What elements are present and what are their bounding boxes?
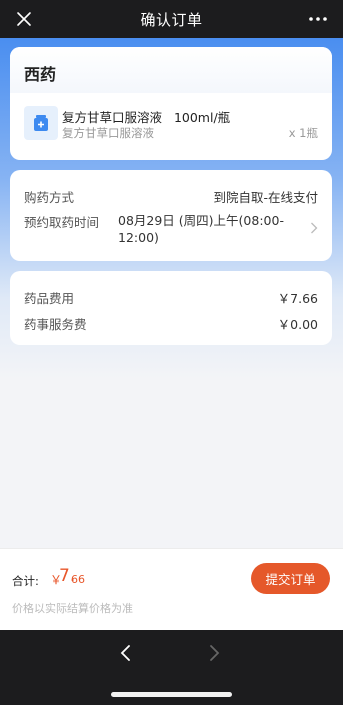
drug-spec: 100ml/瓶 bbox=[173, 110, 231, 125]
pickup-time-row[interactable]: 预约取药时间 08月29日 (周四)上午(08:00- 12:00) bbox=[24, 212, 318, 245]
order-content: 西药 复方甘草口服溶液 100ml/瓶 复方甘草口服溶液 x 1瓶 购药方式 到… bbox=[0, 38, 343, 548]
total-label: 合计: bbox=[12, 574, 39, 588]
drug-fee-row: 药品费用 ￥7.66 bbox=[24, 288, 318, 307]
checkout-bar: 合计: ￥ 7. 66 价格以实际结算价格为准 提交订单 bbox=[0, 548, 343, 630]
forward-arrow-icon[interactable] bbox=[207, 643, 221, 663]
drug-item[interactable]: 复方甘草口服溶液 100ml/瓶 复方甘草口服溶液 x 1瓶 bbox=[10, 93, 332, 159]
drug-fee-value: ￥7.66 bbox=[277, 291, 318, 306]
pickup-time-line1: 08月29日 (周四)上午(08:00- bbox=[118, 213, 284, 228]
section-title: 西药 bbox=[10, 47, 332, 93]
pickup-time-value: 08月29日 (周四)上午(08:00- 12:00) bbox=[118, 212, 284, 246]
title-bar: 确认订单 bbox=[0, 0, 343, 38]
drug-card: 西药 复方甘草口服溶液 100ml/瓶 复方甘草口服溶液 x 1瓶 bbox=[10, 47, 332, 160]
total-amount-decimal: 66 bbox=[71, 573, 85, 586]
chevron-right-icon[interactable] bbox=[310, 222, 318, 234]
submit-order-button[interactable]: 提交订单 bbox=[251, 563, 330, 594]
service-fee-row: 药事服务费 ￥0.00 bbox=[24, 314, 318, 333]
purchase-method-label: 购药方式 bbox=[24, 190, 75, 205]
page-title: 确认订单 bbox=[140, 11, 203, 29]
back-arrow-icon[interactable] bbox=[119, 643, 133, 663]
service-fee-label: 药事服务费 bbox=[24, 317, 87, 332]
drug-thumbnail bbox=[24, 106, 58, 140]
purchase-method-row: 购药方式 到院自取-在线支付 bbox=[24, 187, 318, 206]
purchase-card: 购药方式 到院自取-在线支付 预约取药时间 08月29日 (周四)上午(08:0… bbox=[10, 170, 332, 261]
medicine-icon bbox=[34, 115, 48, 131]
drug-quantity: x 1瓶 bbox=[288, 126, 318, 140]
purchase-method-value: 到院自取-在线支付 bbox=[213, 190, 318, 205]
pickup-time-label: 预约取药时间 bbox=[24, 215, 100, 230]
home-indicator[interactable] bbox=[111, 692, 232, 697]
drug-fee-label: 药品费用 bbox=[24, 291, 75, 306]
drug-name: 复方甘草口服溶液 bbox=[62, 110, 163, 125]
drug-name-line: 复方甘草口服溶液 100ml/瓶 bbox=[62, 107, 230, 126]
pickup-time-line2: 12:00) bbox=[118, 230, 159, 245]
service-fee-value: ￥0.00 bbox=[277, 317, 318, 332]
more-icon[interactable] bbox=[307, 9, 329, 29]
fees-card: 药品费用 ￥7.66 药事服务费 ￥0.00 bbox=[10, 271, 332, 345]
price-note: 价格以实际结算价格为准 bbox=[12, 602, 133, 615]
browser-nav-bar bbox=[0, 630, 343, 705]
drug-subtitle: 复方甘草口服溶液 bbox=[62, 126, 154, 140]
